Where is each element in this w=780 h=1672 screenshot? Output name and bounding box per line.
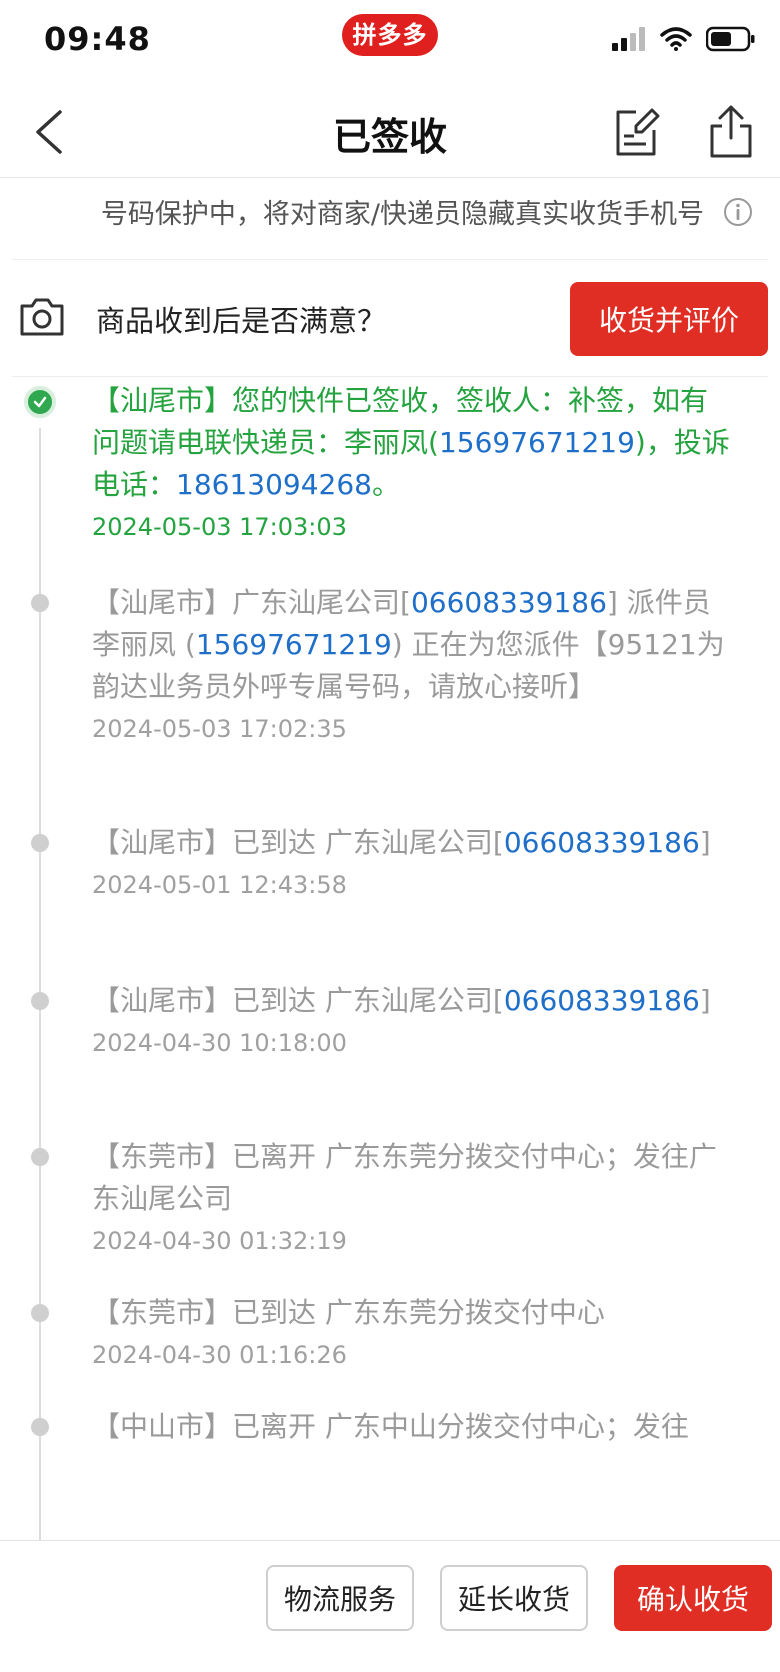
delivered-check-icon xyxy=(24,386,56,418)
timeline-item-text: 【东莞市】已到达 广东东莞分拨交付中心 2024-04-30 01:16:26 xyxy=(92,1292,732,1372)
timeline-dot xyxy=(31,1304,49,1322)
timeline-item-text: 【汕尾市】您的快件已签收，签收人：补签，如有问题请电联快递员：李丽凤(15697… xyxy=(92,380,732,544)
timeline-dot xyxy=(31,594,49,612)
app-badge: 拼多多 xyxy=(342,14,438,56)
wifi-icon xyxy=(660,27,692,51)
timeline-time: 2024-04-30 10:18:00 xyxy=(92,1029,347,1057)
tracking-timeline: 【汕尾市】您的快件已签收，签收人：补签，如有问题请电联快递员：李丽凤(15697… xyxy=(0,380,780,1540)
station-phone-link[interactable]: 06608339186 xyxy=(411,586,607,619)
timeline-desc: 【东莞市】已离开 广东东莞分拨交付中心；发往广东汕尾公司 xyxy=(92,1140,717,1215)
desc-segment: 【汕尾市】已到达 广东汕尾公司[ xyxy=(92,984,504,1017)
edit-note-icon xyxy=(616,108,660,156)
info-icon[interactable] xyxy=(722,196,754,228)
timeline-time: 2024-05-03 17:02:35 xyxy=(92,715,347,743)
nav-bar: 已签收 xyxy=(0,84,780,178)
desc-segment: 。 xyxy=(371,468,400,501)
desc-segment: ] xyxy=(699,984,711,1017)
share-icon xyxy=(710,105,752,158)
confirm-and-review-button[interactable]: 收货并评价 xyxy=(570,282,768,356)
timeline-desc: 【中山市】已离开 广东中山分拨交付中心；发往 xyxy=(92,1410,689,1443)
privacy-text: 号码保护中，将对商家/快递员隐藏真实收货手机号 xyxy=(100,199,704,230)
camera-icon[interactable] xyxy=(18,296,66,338)
signal-icon xyxy=(612,27,645,51)
courier-phone-link[interactable]: 15697671219 xyxy=(196,628,392,661)
status-icons xyxy=(612,24,756,54)
edit-button[interactable] xyxy=(612,104,662,160)
timeline-item-text: 【汕尾市】广东汕尾公司[06608339186] 派件员 李丽凤 (156976… xyxy=(92,582,732,746)
bottom-action-bar: 物流服务 延长收货 确认收货 xyxy=(0,1540,780,1672)
timeline-time: 2024-05-03 17:03:03 xyxy=(92,513,347,541)
desc-segment: 【汕尾市】已到达 广东汕尾公司[ xyxy=(92,826,504,859)
timeline-item-text: 【东莞市】已离开 广东东莞分拨交付中心；发往广东汕尾公司 2024-04-30 … xyxy=(92,1136,732,1258)
station-phone-link[interactable]: 06608339186 xyxy=(504,826,700,859)
timeline-dot xyxy=(31,992,49,1010)
logistics-service-button[interactable]: 物流服务 xyxy=(266,1565,414,1631)
extend-receipt-button[interactable]: 延长收货 xyxy=(440,1565,588,1631)
share-button[interactable] xyxy=(706,102,756,160)
privacy-notice: 号码保护中，将对商家/快递员隐藏真实收货手机号 xyxy=(12,180,768,260)
timeline-time: 2024-05-01 12:43:58 xyxy=(92,871,347,899)
complaint-phone-link[interactable]: 18613094268 xyxy=(176,468,372,501)
rate-question: 商品收到后是否满意？ xyxy=(96,304,387,338)
timeline-desc: 【汕尾市】已到达 广东汕尾公司[06608339186] xyxy=(92,980,732,1022)
timeline-desc: 【汕尾市】已到达 广东汕尾公司[06608339186] xyxy=(92,822,732,864)
timeline-item-text: 【汕尾市】已到达 广东汕尾公司[06608339186] 2024-05-01 … xyxy=(92,822,732,902)
timeline-desc: 【汕尾市】广东汕尾公司[06608339186] 派件员 李丽凤 (156976… xyxy=(92,582,732,708)
status-bar: 09:48 拼多多 xyxy=(0,0,780,80)
timeline-desc: 【汕尾市】您的快件已签收，签收人：补签，如有问题请电联快递员：李丽凤(15697… xyxy=(92,380,732,506)
timeline-time: 2024-04-30 01:32:19 xyxy=(92,1227,347,1255)
timeline-dot xyxy=(31,1148,49,1166)
rate-prompt: 商品收到后是否满意？ 收货并评价 xyxy=(12,262,768,377)
timeline-dot xyxy=(31,1418,49,1436)
desc-segment: 【汕尾市】广东汕尾公司[ xyxy=(92,586,411,619)
timeline-item-text: 【汕尾市】已到达 广东汕尾公司[06608339186] 2024-04-30 … xyxy=(92,980,732,1060)
timeline-dot xyxy=(31,834,49,852)
timeline-desc: 【东莞市】已到达 广东东莞分拨交付中心 xyxy=(92,1296,605,1329)
courier-phone-link[interactable]: 15697671219 xyxy=(439,426,635,459)
desc-segment: ] xyxy=(699,826,711,859)
timeline-time: 2024-04-30 01:16:26 xyxy=(92,1341,347,1369)
timeline-item-text: 【中山市】已离开 广东中山分拨交付中心；发往 xyxy=(92,1406,732,1448)
confirm-receipt-button[interactable]: 确认收货 xyxy=(614,1565,772,1631)
status-time: 09:48 xyxy=(44,20,151,58)
battery-icon xyxy=(706,26,755,52)
station-phone-link[interactable]: 06608339186 xyxy=(504,984,700,1017)
page-title: 已签收 xyxy=(332,115,447,159)
